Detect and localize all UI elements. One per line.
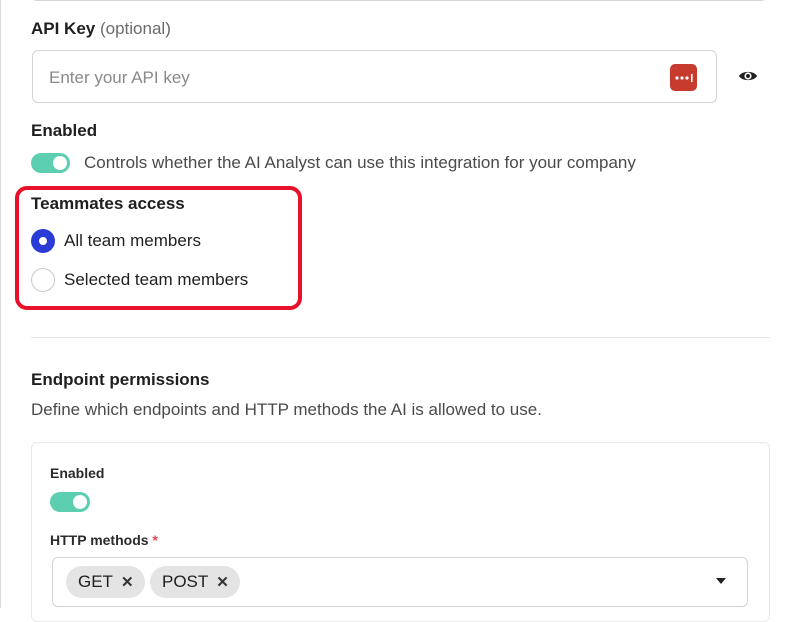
http-methods-label-text: HTTP methods: [50, 532, 149, 548]
chevron-down-icon[interactable]: [716, 578, 726, 584]
http-method-chip-post: POST ✕: [150, 566, 240, 598]
endpoint-enabled-toggle[interactable]: [50, 492, 90, 512]
api-key-label-text: API Key: [31, 19, 96, 38]
close-icon[interactable]: ✕: [216, 573, 229, 591]
endpoint-permissions-title: Endpoint permissions: [31, 370, 210, 389]
password-manager-icon[interactable]: [670, 64, 697, 91]
api-key-field[interactable]: [32, 50, 717, 103]
panel-left-border: [0, 0, 1, 608]
toggle-knob: [73, 495, 87, 509]
teammates-access-label: Teammates access: [31, 194, 185, 213]
radio-option-all-team-members[interactable]: All team members: [31, 229, 201, 253]
previous-field-edge: [31, 0, 767, 1]
http-methods-select[interactable]: GET ✕ POST ✕: [52, 557, 748, 607]
endpoint-permissions-description: Define which endpoints and HTTP methods …: [31, 400, 542, 419]
required-marker: *: [152, 532, 158, 548]
api-key-label: API Key (optional): [31, 19, 171, 39]
radio-label-selected-team-members: Selected team members: [64, 270, 249, 289]
radio-button-checked[interactable]: [31, 229, 55, 253]
api-key-optional-text: (optional): [99, 19, 171, 38]
enabled-toggle[interactable]: [31, 153, 70, 173]
toggle-knob: [53, 156, 67, 170]
radio-option-selected-team-members[interactable]: Selected team members: [31, 268, 248, 292]
api-key-input[interactable]: [47, 63, 651, 93]
section-divider: [31, 337, 770, 338]
chip-label-get: GET: [78, 572, 113, 591]
chip-label-post: POST: [162, 572, 209, 591]
enabled-description: Controls whether the AI Analyst can use …: [84, 153, 636, 172]
radio-button-unchecked[interactable]: [31, 268, 55, 292]
endpoint-enabled-label: Enabled: [50, 465, 105, 481]
http-methods-label: HTTP methods *: [50, 532, 158, 548]
enabled-label: Enabled: [31, 121, 98, 140]
eye-icon[interactable]: [737, 66, 759, 86]
radio-label-all-team-members: All team members: [64, 231, 201, 250]
http-method-chip-get: GET ✕: [66, 566, 145, 598]
password-manager-dots-icon: [674, 73, 693, 82]
close-icon[interactable]: ✕: [121, 573, 134, 591]
